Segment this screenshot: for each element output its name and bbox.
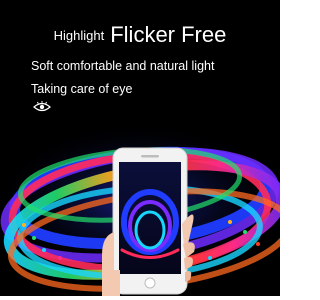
product-banner: Highlight Flicker Free Soft comfortable a… bbox=[0, 0, 280, 296]
eye-icon bbox=[33, 101, 51, 112]
bottom-strip bbox=[0, 296, 280, 300]
smartphone bbox=[112, 147, 188, 295]
headline-big: Flicker Free bbox=[110, 22, 227, 47]
feature-line-2: Taking care of eye bbox=[31, 82, 133, 96]
feature-line-1: Soft comfortable and natural light bbox=[31, 59, 215, 73]
headline: Highlight Flicker Free bbox=[0, 22, 280, 48]
headline-small: Highlight bbox=[53, 28, 105, 43]
